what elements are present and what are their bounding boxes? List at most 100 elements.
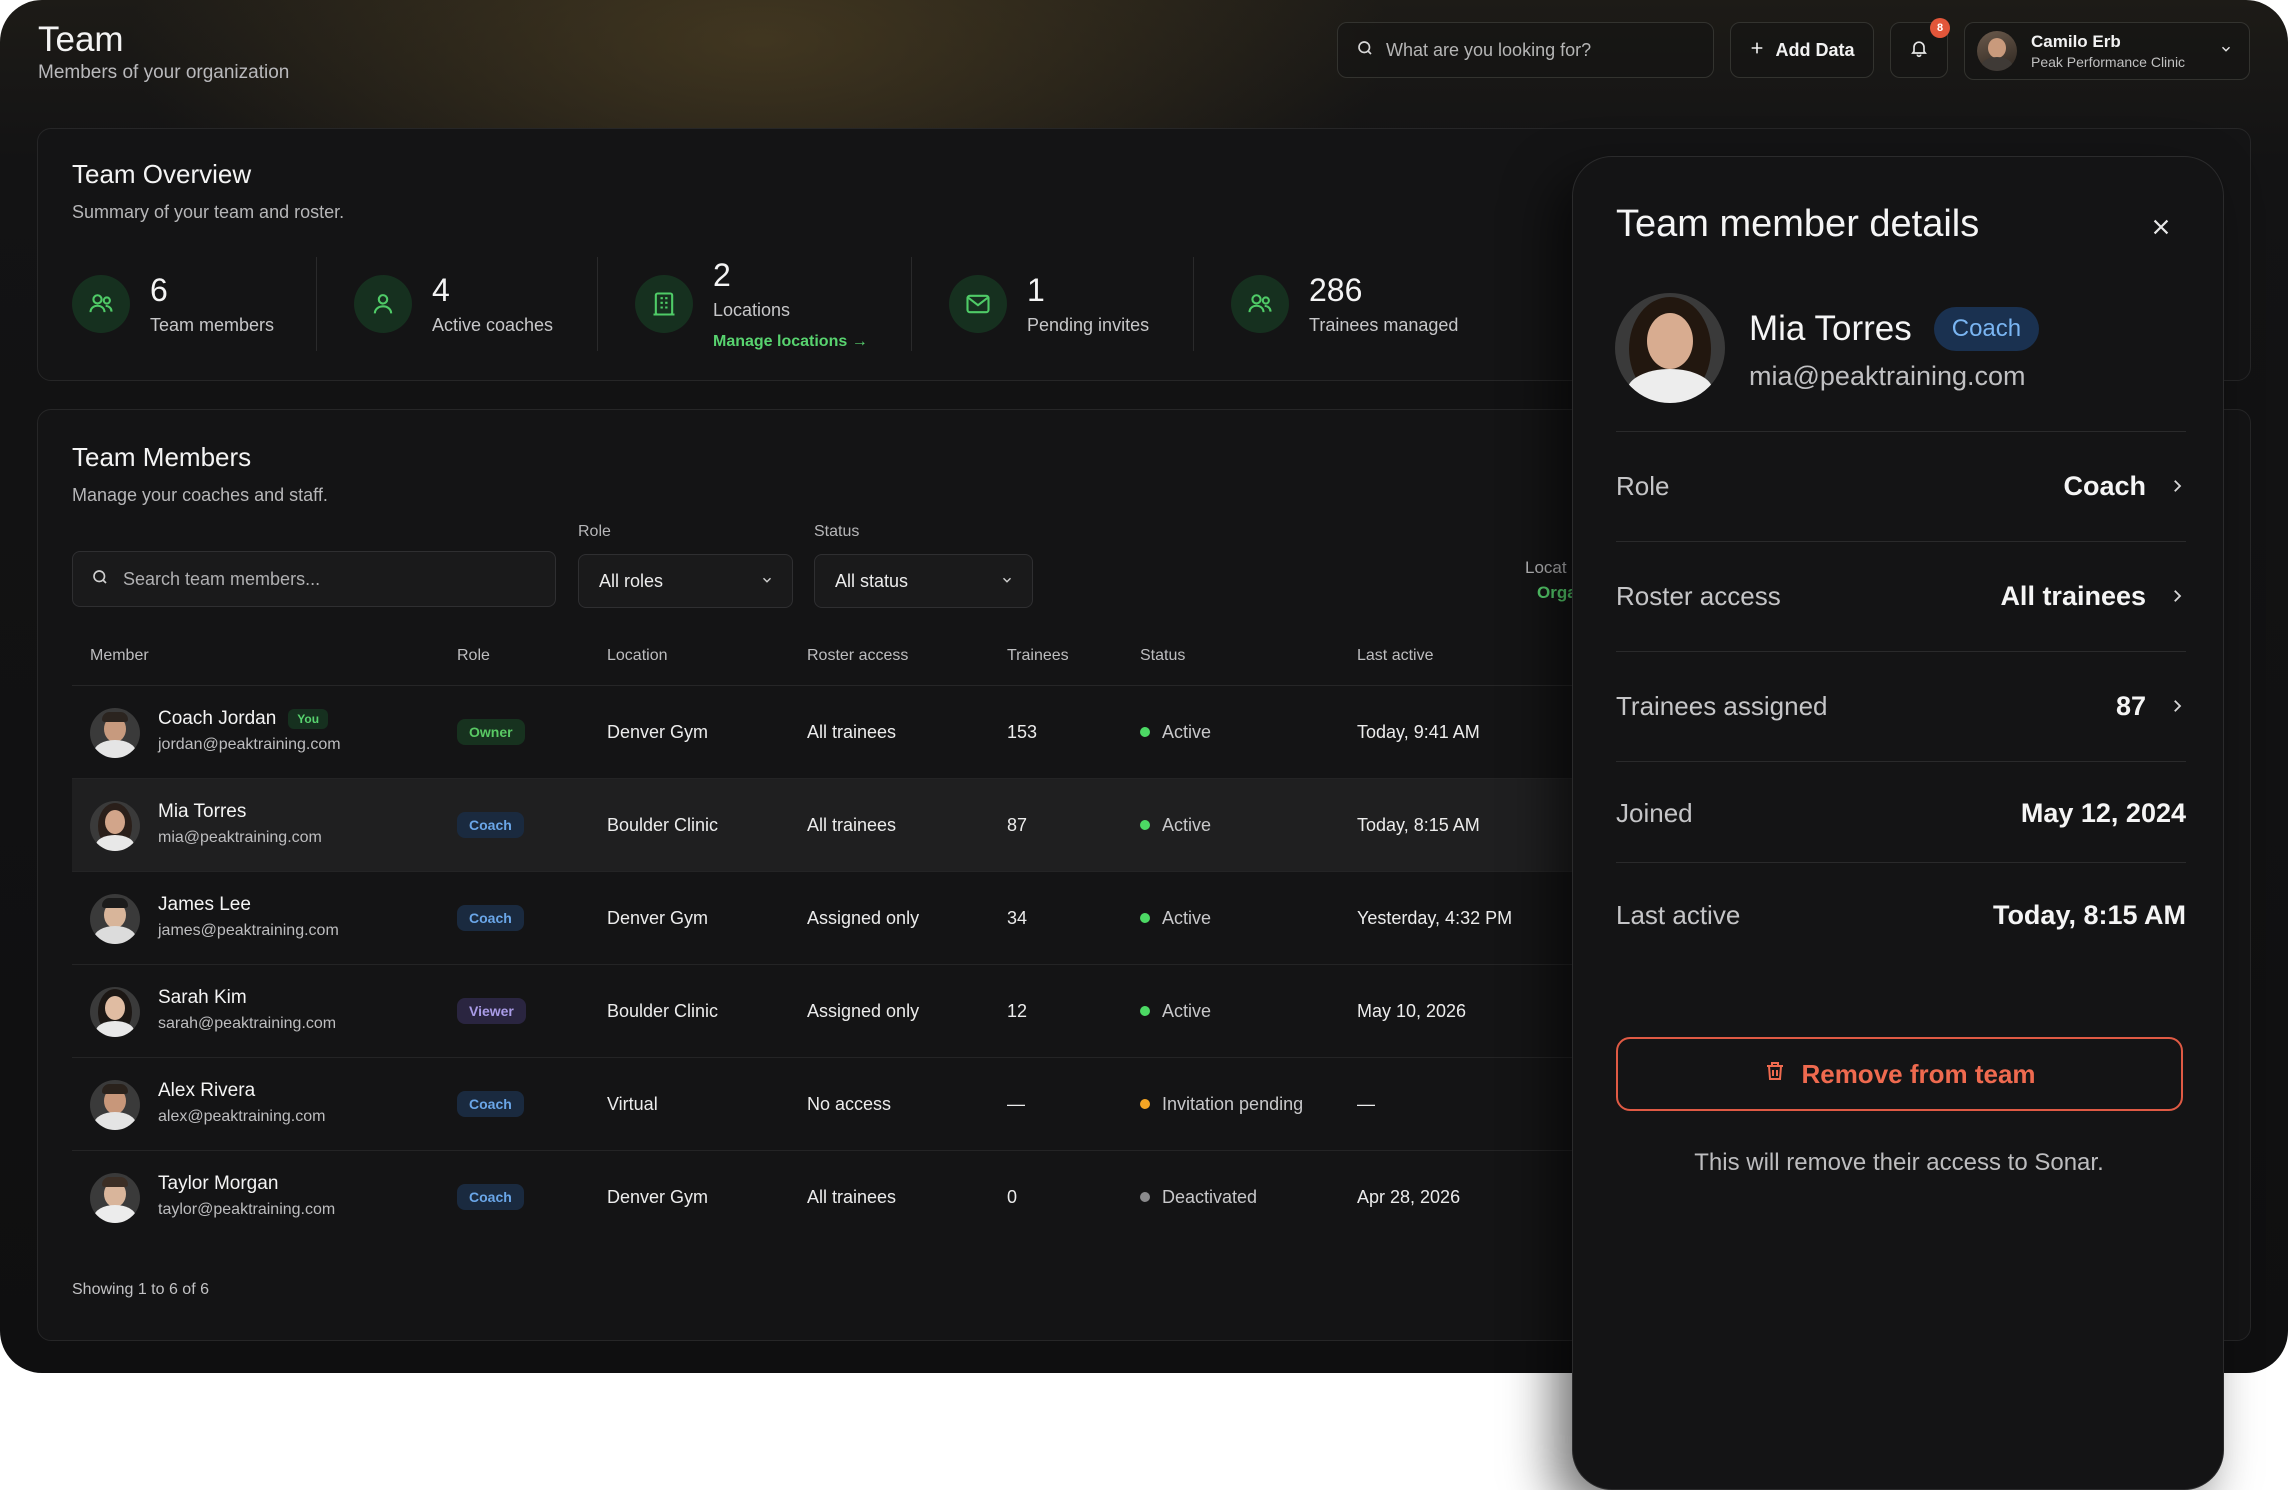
table-row[interactable]: Taylor Morgan taylor@peaktraining.com Co…: [72, 1151, 1612, 1244]
status-filter-select[interactable]: All status: [814, 554, 1033, 608]
status-dot: [1140, 1099, 1150, 1109]
col-status[interactable]: Status: [1140, 647, 1185, 665]
members-subtitle: Manage your coaches and staff.: [72, 485, 328, 505]
role-cell: Coach: [457, 872, 524, 964]
status-dot: [1140, 1192, 1150, 1202]
manage-locations-link[interactable]: Manage locations →: [713, 333, 868, 351]
col-roster-access[interactable]: Roster access: [807, 647, 908, 665]
stat-label: Active coaches: [432, 315, 554, 335]
last-active-cell: May 10, 2026: [1357, 1000, 1467, 1021]
panel-member-name-row: Mia Torres Coach: [1749, 307, 2040, 351]
member-email: jordan@peaktraining.com: [158, 736, 341, 753]
plus-icon: [1749, 40, 1765, 61]
role-badge: Owner: [457, 719, 525, 745]
panel-title: Team member details: [1616, 203, 1980, 245]
users-icon: [1231, 275, 1289, 333]
trainees-cell: 34: [1007, 907, 1028, 928]
status-text: Active: [1162, 814, 1212, 835]
member-name-cell: James Lee: [158, 894, 251, 916]
stat-locations: 2 Locations Manage locations →: [635, 256, 868, 352]
member-search-input[interactable]: [123, 568, 543, 590]
page-title: Team: [38, 20, 124, 59]
col-last-active[interactable]: Last active: [1357, 647, 1433, 665]
roster-access-cell: All trainees: [807, 721, 897, 742]
detail-value: All trainees: [2000, 580, 2146, 611]
stat-divider: [1193, 257, 1194, 351]
add-data-label: Add Data: [1775, 39, 1855, 60]
remove-from-team-button[interactable]: Remove from team: [1616, 1037, 2183, 1111]
roster-access-cell: All trainees: [807, 814, 897, 835]
status-text: Deactivated: [1162, 1186, 1258, 1207]
avatar: [90, 801, 140, 851]
status-cell: Active: [1140, 872, 1211, 964]
stat-team-members: 6 Team members: [72, 256, 274, 352]
user-org: Peak Performance Clinic: [2031, 54, 2186, 70]
member-name: Taylor Morgan: [158, 1173, 279, 1194]
role-filter-select[interactable]: All roles: [578, 554, 793, 608]
member-name-cell: Alex Rivera: [158, 1080, 255, 1102]
location-cell: Denver Gym: [607, 721, 709, 742]
building-icon: [635, 275, 693, 333]
table-row[interactable]: Mia Torres mia@peaktraining.com Coach Bo…: [72, 779, 1612, 872]
col-location[interactable]: Location: [607, 647, 668, 665]
detail-row-roster-access[interactable]: Roster access All trainees: [1616, 560, 2186, 632]
stat-label: Pending invites: [1027, 315, 1150, 335]
search-icon: [1356, 39, 1374, 62]
close-button[interactable]: [2141, 209, 2181, 249]
last-active-cell: Yesterday, 4:32 PM: [1357, 907, 1513, 928]
table-row[interactable]: Sarah Kim sarah@peaktraining.com Viewer …: [72, 965, 1612, 1058]
detail-label: Trainees assigned: [1616, 690, 1828, 721]
last-active-cell: —: [1357, 1093, 1375, 1114]
last-active-cell: Apr 28, 2026: [1357, 1186, 1461, 1207]
role-badge: Coach: [457, 812, 524, 838]
last-active-cell: Today, 9:41 AM: [1357, 721, 1480, 742]
global-search[interactable]: [1337, 22, 1714, 78]
stat-value: 6: [150, 272, 168, 308]
roster-access-cell: No access: [807, 1093, 892, 1114]
stat-active-coaches: 4 Active coaches: [354, 256, 553, 352]
add-data-button[interactable]: Add Data: [1730, 22, 1874, 78]
role-badge: Coach: [457, 1091, 524, 1117]
stat-divider: [316, 257, 317, 351]
detail-label: Last active: [1616, 899, 1741, 930]
last-active-cell: Today, 8:15 AM: [1357, 814, 1480, 835]
member-search[interactable]: [72, 551, 556, 607]
global-search-input[interactable]: [1386, 39, 1686, 61]
detail-row-role[interactable]: Role Coach: [1616, 450, 2186, 522]
member-name: Sarah Kim: [158, 987, 247, 1008]
user-icon: [354, 275, 412, 333]
col-role[interactable]: Role: [457, 647, 490, 665]
members-title: Team Members: [72, 442, 252, 472]
stat-label: Trainees managed: [1309, 315, 1459, 335]
stat-label: Locations: [713, 300, 791, 320]
status-cell: Active: [1140, 686, 1211, 778]
detail-value: Today, 8:15 AM: [1992, 899, 2186, 930]
location-filter-value[interactable]: Orga: [1537, 583, 1577, 603]
table-row[interactable]: Alex Rivera alex@peaktraining.com Coach …: [72, 1058, 1612, 1151]
panel-role-badge: Coach: [1933, 307, 2040, 351]
member-email: alex@peaktraining.com: [158, 1108, 326, 1125]
page-subtitle: Members of your organization: [38, 62, 290, 83]
chevron-down-icon: [760, 571, 774, 592]
avatar: [90, 894, 140, 944]
roster-access-cell: All trainees: [807, 1186, 897, 1207]
table-row[interactable]: James Lee james@peaktraining.com Coach D…: [72, 872, 1612, 965]
close-icon: [2150, 216, 2172, 243]
search-icon: [91, 568, 109, 591]
stat-divider: [597, 257, 598, 351]
user-menu[interactable]: Camilo Erb Peak Performance Clinic: [1964, 22, 2250, 80]
location-cell: Denver Gym: [607, 907, 709, 928]
stat-pending-invites: 1 Pending invites: [949, 256, 1149, 352]
status-cell: Active: [1140, 965, 1211, 1057]
member-email: james@peaktraining.com: [158, 922, 339, 939]
col-member[interactable]: Member: [90, 647, 149, 665]
location-filter-label: Locat: [1525, 558, 1567, 577]
avatar: [90, 708, 140, 758]
col-trainees[interactable]: Trainees: [1007, 647, 1069, 665]
status-text: Active: [1162, 1000, 1212, 1021]
table-row[interactable]: Coach Jordan You jordan@peaktraining.com …: [72, 686, 1612, 779]
detail-row-trainees-assigned[interactable]: Trainees assigned 87: [1616, 670, 2186, 742]
panel-divider: [1616, 431, 2186, 432]
status-text: Active: [1162, 721, 1212, 742]
role-cell: Coach: [457, 779, 524, 871]
